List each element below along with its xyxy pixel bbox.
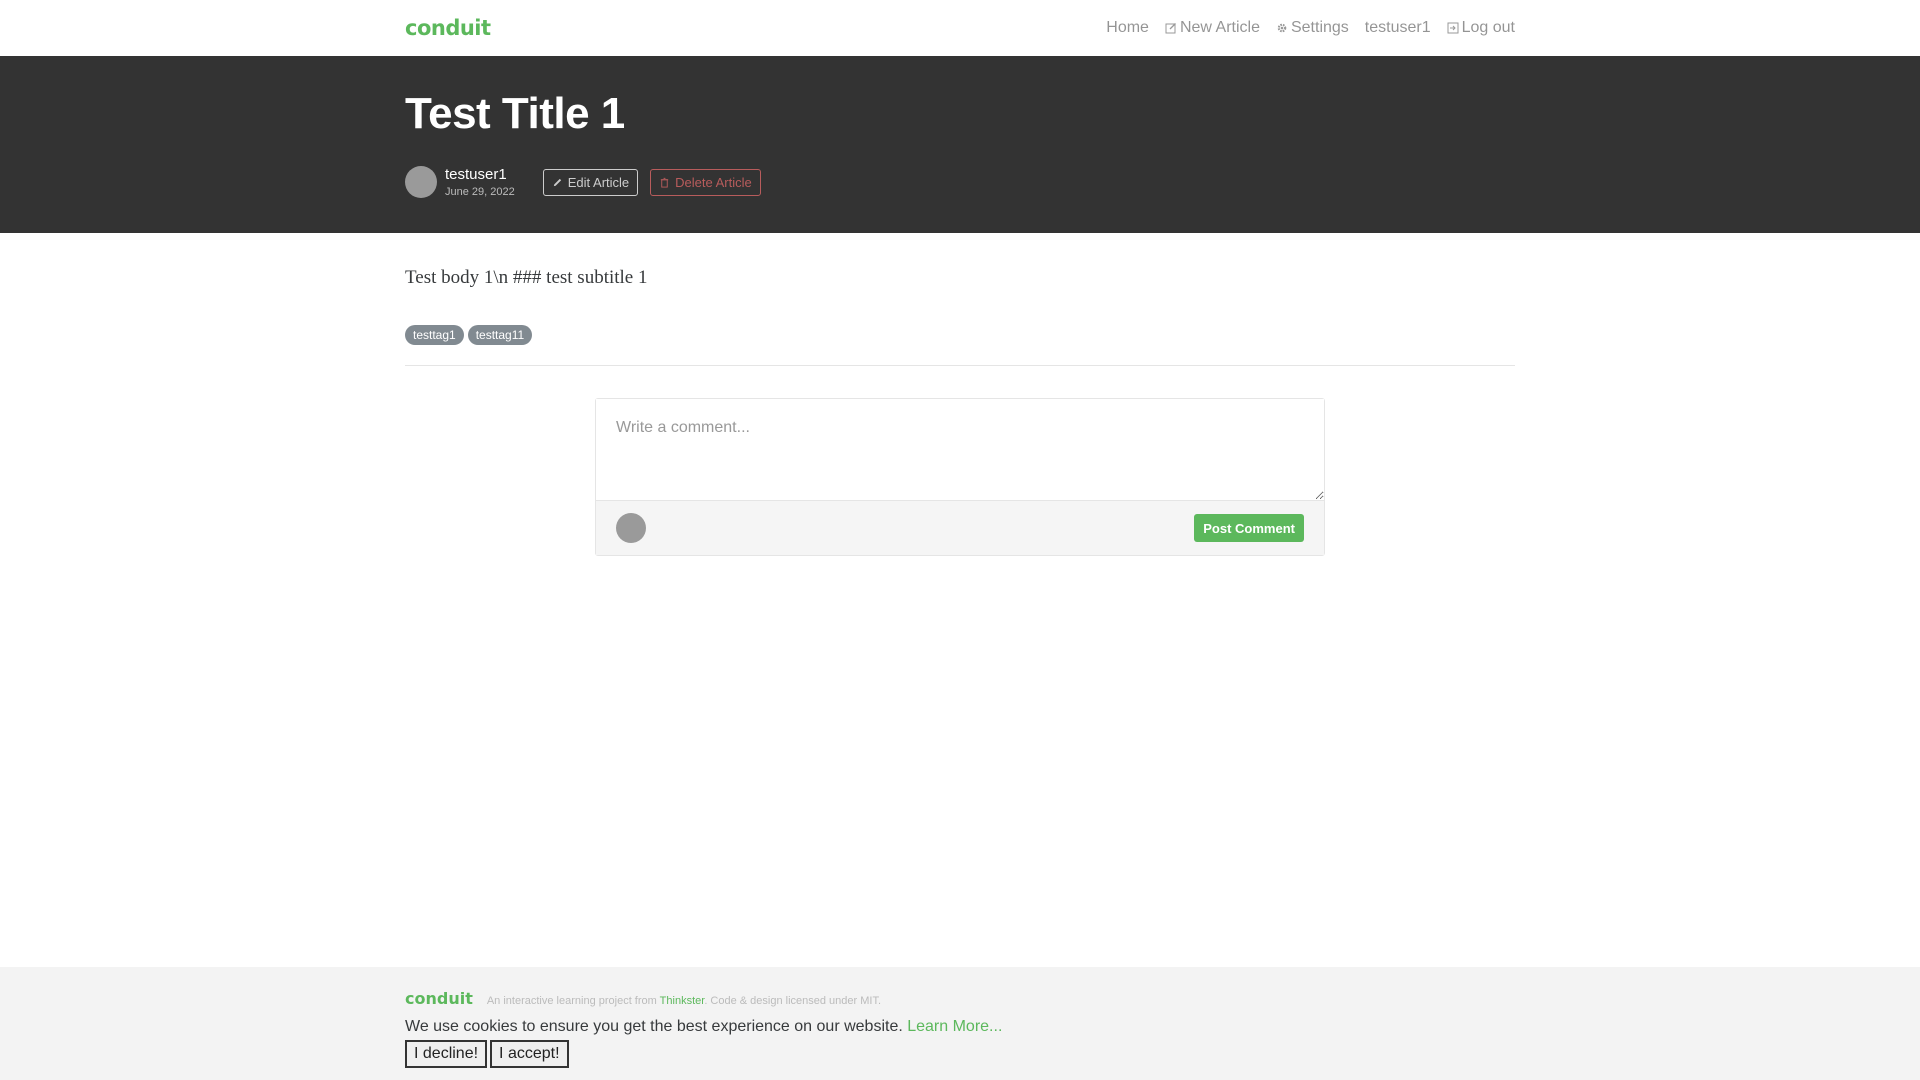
comment-input[interactable] (596, 399, 1324, 500)
article-banner: Test Title 1 testuser1 June 29, 2022 Edi… (0, 56, 1920, 233)
tag-item: testtag11 (467, 325, 533, 345)
nav-home[interactable]: Home (1106, 19, 1149, 37)
article-page: Test body 1\n ### test subtitle 1 testta… (405, 267, 1515, 556)
comment-form-footer: Post Comment (596, 500, 1324, 555)
brand-logo[interactable]: conduit (405, 16, 491, 40)
logout-icon (1447, 22, 1459, 34)
learn-more-link[interactable]: Learn More... (907, 1018, 1002, 1035)
footer-top: conduit An interactive learning project … (405, 989, 1515, 1008)
attribution: An interactive learning project from Thi… (486, 995, 882, 1007)
pencil-icon (553, 178, 561, 187)
thinkster-link[interactable]: Thinkster (660, 995, 705, 1007)
article-title: Test Title 1 (405, 89, 625, 138)
navbar: conduit Home New Article Settings testus… (0, 0, 1920, 56)
cookie-message: We use cookies to ensure you get the bes… (405, 1018, 1003, 1035)
trash-icon (660, 177, 669, 188)
nav-logout[interactable]: Log out (1447, 19, 1515, 37)
nav-new-article[interactable]: New Article (1165, 19, 1260, 37)
decline-cookies-button[interactable]: I decline! (405, 1040, 488, 1068)
edit-icon (1165, 23, 1176, 34)
nav-settings[interactable]: Settings (1276, 19, 1349, 37)
nav-links: Home New Article Settings testuser1 Log … (1106, 19, 1515, 37)
post-comment-button[interactable]: Post Comment (1194, 514, 1304, 542)
footer: conduit An interactive learning project … (0, 967, 1920, 1080)
author-info: testuser1 June 29, 2022 (445, 166, 515, 199)
gear-icon (1277, 23, 1287, 33)
nav-profile[interactable]: testuser1 (1365, 19, 1431, 37)
accept-cookies-button[interactable]: I accept! (490, 1040, 569, 1068)
comment-author-avatar (616, 513, 646, 543)
tag-item: testtag1 (405, 325, 464, 345)
divider (405, 365, 1515, 366)
article-date: June 29, 2022 (445, 186, 515, 199)
article-meta: testuser1 June 29, 2022 Edit Article Del… (405, 166, 1515, 199)
cookie-buttons: I decline! I accept! (405, 1040, 1515, 1068)
author-name[interactable]: testuser1 (445, 166, 515, 184)
edit-article-button[interactable]: Edit Article (542, 168, 639, 196)
article-body: Test body 1\n ### test subtitle 1 (405, 267, 648, 288)
footer-logo[interactable]: conduit (405, 989, 473, 1008)
tag-list: testtag1 testtag11 (405, 325, 1515, 345)
author-avatar[interactable] (405, 166, 437, 199)
delete-article-button[interactable]: Delete Article (650, 168, 761, 196)
comment-form: Post Comment (595, 398, 1325, 556)
